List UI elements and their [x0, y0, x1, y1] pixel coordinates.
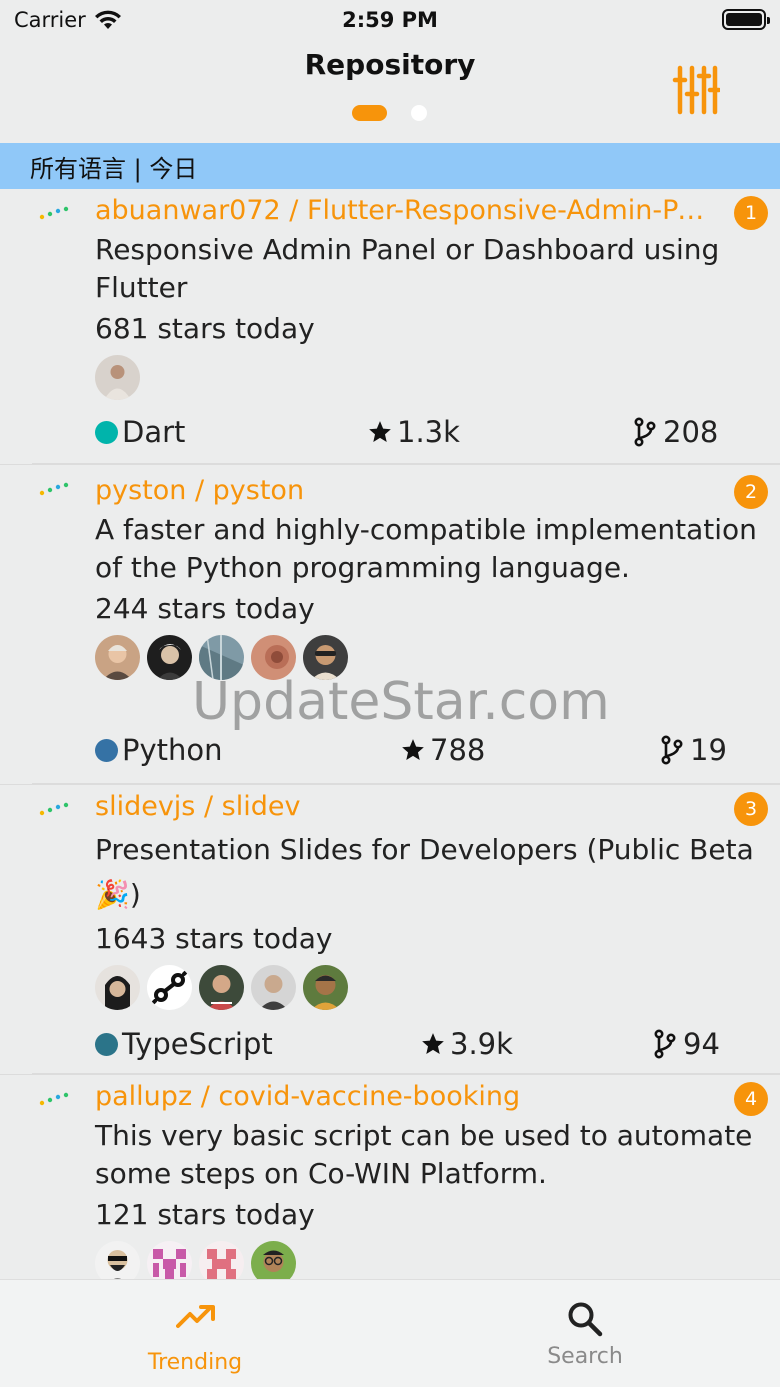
loading-dots-icon [39, 1092, 69, 1106]
repo-meta: Dart 1.3k 208 [95, 405, 766, 459]
avatar[interactable] [303, 964, 348, 1010]
language-color-dot [95, 420, 118, 444]
page-indicator[interactable] [352, 104, 427, 122]
language-label: TypeScript [95, 1027, 273, 1061]
fork-count: 94 [653, 1027, 720, 1061]
star-count: 3.9k [420, 1027, 513, 1061]
battery-icon [722, 9, 770, 30]
status-time: 2:59 PM [342, 8, 438, 32]
tab-search[interactable]: Search [390, 1280, 780, 1387]
status-bar: Carrier 2:59 PM [0, 0, 780, 40]
fork-count-value: 208 [663, 415, 719, 449]
tab-bar: Trending Search [0, 1279, 780, 1387]
rank-badge: 3 [734, 792, 768, 826]
contributor-avatars [95, 963, 766, 1011]
watermark: UpdateStar.com [192, 672, 610, 732]
rank-badge: 4 [734, 1082, 768, 1116]
language-color-dot [95, 1032, 118, 1056]
star-icon [402, 739, 424, 760]
stars-today: 244 stars today [95, 592, 315, 625]
stars-today: 681 stars today [95, 312, 315, 345]
star-icon [422, 1033, 444, 1054]
divider [32, 783, 780, 784]
star-count: 1.3k [367, 415, 460, 449]
tab-label: Search [547, 1344, 623, 1369]
repo-description: A faster and highly-compatible implement… [95, 513, 757, 584]
list-item[interactable]: slidevjs / slidev Presentation Slides fo… [0, 785, 780, 1075]
avatar[interactable] [147, 964, 192, 1010]
avatar[interactable] [251, 1240, 296, 1280]
repository-list[interactable]: abuanwar072 / Flutter-Responsive-Admin-P… [0, 189, 780, 1279]
stars-today: 121 stars today [95, 1198, 315, 1231]
star-count-value: 788 [430, 733, 486, 767]
contributor-avatars [95, 353, 766, 401]
repo-name-link[interactable]: slidevjs / slidev [95, 791, 300, 822]
repo-name-link[interactable]: abuanwar072 / Flutter-Responsive-Admin-P… [95, 195, 710, 226]
repo-meta: TypeScript 3.9k 94 [95, 1017, 766, 1071]
page-title: Repository [304, 48, 476, 81]
language-name: TypeScript [122, 1027, 273, 1061]
contributor-avatars [95, 1239, 766, 1279]
repo-description: Presentation Slides for Developers (Publ… [95, 833, 754, 911]
avatar[interactable] [95, 634, 140, 680]
language-color-dot [95, 738, 118, 762]
language-name: Dart [122, 415, 186, 449]
page-dot[interactable] [411, 105, 427, 121]
divider [32, 1073, 780, 1074]
filter-settings-button[interactable] [672, 64, 722, 116]
language-label: Dart [95, 415, 185, 449]
fork-count-value: 19 [690, 733, 727, 767]
repo-description: This very basic script can be used to au… [95, 1119, 753, 1190]
rank-badge: 1 [734, 196, 768, 230]
avatar[interactable] [199, 964, 244, 1010]
fork-icon [654, 1029, 676, 1059]
language-label: Python [95, 733, 223, 767]
repo-name-link[interactable]: pyston / pyston [95, 475, 304, 506]
avatar[interactable] [199, 1240, 244, 1280]
search-icon [568, 1302, 603, 1337]
stars-today: 1643 stars today [95, 922, 333, 955]
fork-icon [634, 417, 656, 447]
fork-icon [661, 735, 683, 765]
loading-dots-icon [39, 482, 69, 496]
fork-count-value: 94 [683, 1027, 720, 1061]
loading-dots-icon [39, 802, 69, 816]
star-count: 788 [400, 733, 485, 767]
list-item[interactable]: abuanwar072 / Flutter-Responsive-Admin-P… [0, 189, 780, 465]
language-name: Python [122, 733, 223, 767]
filter-label: 所有语言 | 今日 [30, 154, 198, 183]
tab-trending[interactable]: Trending [0, 1280, 390, 1387]
avatar[interactable] [251, 964, 296, 1010]
star-icon [369, 421, 391, 442]
avatar[interactable] [147, 634, 192, 680]
avatar[interactable] [95, 1240, 140, 1280]
avatar[interactable] [95, 964, 140, 1010]
fork-count: 208 [633, 415, 718, 449]
tab-label: Trending [147, 1350, 243, 1375]
loading-dots-icon [39, 206, 69, 220]
list-item[interactable]: pallupz / covid-vaccine-booking This ver… [0, 1075, 780, 1279]
avatar[interactable] [95, 354, 140, 400]
star-count-value: 1.3k [397, 415, 460, 449]
trending-up-icon [176, 1305, 215, 1328]
avatar[interactable] [147, 1240, 192, 1280]
fork-count: 19 [660, 733, 727, 767]
rank-badge: 2 [734, 475, 768, 509]
repo-name-link[interactable]: pallupz / covid-vaccine-booking [95, 1081, 520, 1112]
divider [32, 463, 780, 464]
repo-description: Responsive Admin Panel or Dashboard usin… [95, 233, 720, 304]
list-item[interactable]: pyston / pyston A faster and highly-comp… [0, 465, 780, 785]
star-count-value: 3.9k [450, 1027, 513, 1061]
language-period-filter[interactable]: 所有语言 | 今日 [0, 143, 780, 189]
page-dot-active[interactable] [352, 105, 387, 121]
sliders-icon [672, 65, 722, 115]
